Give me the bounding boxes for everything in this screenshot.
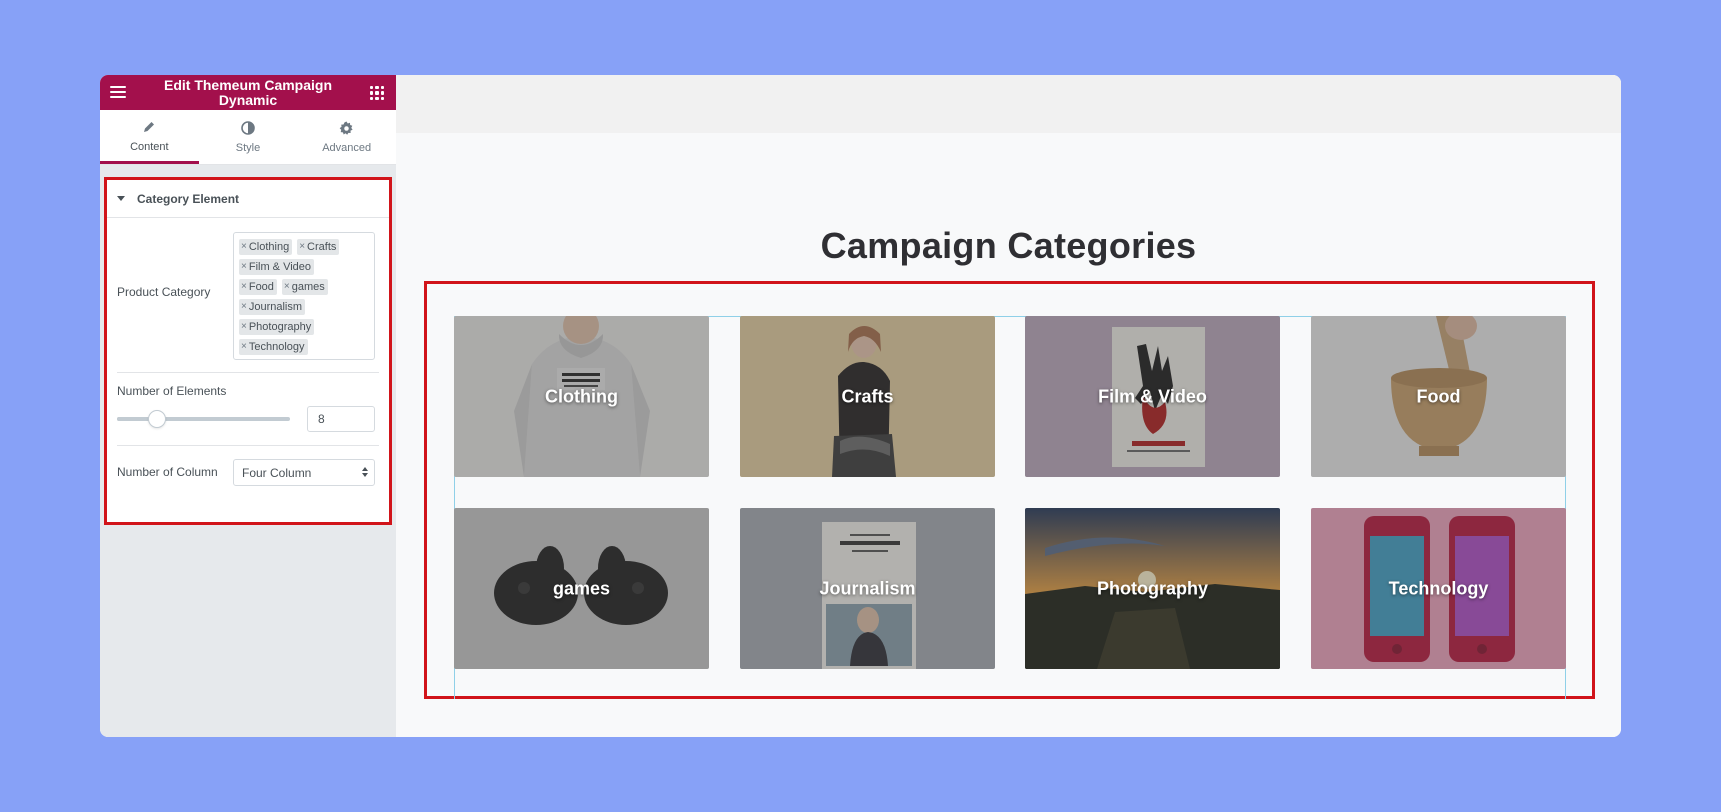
remove-tag-icon[interactable]: × [241, 239, 247, 255]
category-label: Food [1416, 386, 1461, 406]
tab-advanced-label: Advanced [322, 142, 372, 154]
category-card-technology[interactable]: Technology [1311, 508, 1566, 669]
widget-title: Edit Themeum Campaign Dynamic [163, 76, 333, 108]
tag-label: games [291, 281, 325, 293]
category-card-clothing[interactable]: Clothing [454, 316, 709, 477]
category-tag: × Technology [239, 339, 308, 355]
tab-style-label: Style [235, 142, 261, 154]
number-of-elements-input[interactable]: 8 [307, 406, 375, 432]
category-label: Journalism [819, 578, 916, 598]
category-card-photography[interactable]: Photography [1025, 508, 1280, 669]
category-card-journalism[interactable]: Journalism [740, 508, 995, 669]
category-label: games [552, 578, 611, 598]
tag-label: Technology [248, 341, 305, 353]
divider [117, 372, 379, 373]
caret-down-icon [117, 196, 125, 201]
category-label: Photography [1097, 578, 1208, 598]
tag-label: Crafts [307, 241, 337, 253]
page-preview: Campaign Categories Clothing Crafts Film… [396, 75, 1621, 737]
category-card-games[interactable]: games [454, 508, 709, 669]
remove-tag-icon[interactable]: × [284, 279, 290, 295]
editor-sidebar: Edit Themeum Campaign Dynamic Content St… [100, 75, 396, 737]
page-title: Campaign Categories [820, 225, 1197, 266]
tab-content-label: Content [130, 140, 169, 153]
remove-tag-icon[interactable]: × [241, 279, 247, 295]
category-grid-highlight: Clothing Crafts Film & Video Food games … [424, 281, 1595, 699]
number-of-column-select[interactable]: Four Column [233, 459, 375, 486]
panel-tabs: Content Style Advanced [100, 110, 396, 165]
remove-tag-icon[interactable]: × [299, 239, 305, 255]
category-label: Clothing [545, 386, 618, 406]
tab-advanced[interactable]: Advanced [297, 110, 396, 164]
tag-label: Journalism [248, 301, 303, 313]
category-element-section: Category Element Product Category × Cloth… [104, 177, 392, 525]
divider [117, 445, 379, 446]
category-label: Technology [1388, 578, 1489, 598]
category-card-food[interactable]: Food [1311, 316, 1566, 477]
category-tag: × Photography [239, 319, 315, 335]
number-of-column-label: Number of Column [117, 465, 218, 479]
remove-tag-icon[interactable]: × [241, 339, 247, 355]
category-tag: × Food [239, 279, 277, 295]
category-tag: × Clothing [239, 239, 293, 255]
tab-content[interactable]: Content [100, 110, 199, 164]
category-card-crafts[interactable]: Crafts [740, 316, 995, 477]
category-tag: × Film & Video [239, 259, 314, 275]
contrast-icon [240, 120, 256, 136]
category-label: Crafts [841, 386, 894, 406]
category-tag: × games [281, 279, 328, 295]
number-of-elements-label: Number of Elements [117, 384, 227, 398]
remove-tag-icon[interactable]: × [241, 299, 247, 315]
select-value: Four Column [242, 465, 312, 480]
sidebar-header: Edit Themeum Campaign Dynamic [100, 75, 396, 110]
product-category-select[interactable]: × Clothing × Crafts × Film & Video × Food × g… [233, 232, 375, 360]
gear-icon [339, 120, 355, 136]
tag-label: Photography [248, 321, 312, 333]
category-label: Film & Video [1098, 386, 1207, 406]
category-card-film-video[interactable]: Film & Video [1025, 316, 1280, 477]
slider-handle[interactable] [148, 410, 166, 428]
section-title: Category Element [137, 191, 240, 206]
widgets-grid-icon[interactable] [370, 86, 384, 100]
tag-label: Food [248, 281, 274, 293]
remove-tag-icon[interactable]: × [241, 319, 247, 335]
tab-style[interactable]: Style [199, 110, 298, 164]
tag-label: Clothing [248, 241, 290, 253]
product-category-label: Product Category [117, 285, 211, 299]
editor-window: Edit Themeum Campaign Dynamic Content St… [100, 75, 1621, 737]
section-header[interactable]: Category Element [107, 180, 389, 218]
tag-label: Film & Video [248, 261, 311, 273]
preview-top-bar [396, 75, 1621, 133]
hamburger-menu-icon[interactable] [110, 84, 126, 100]
category-tag: × Crafts [297, 239, 340, 255]
number-of-elements-slider[interactable] [117, 410, 290, 428]
select-arrows-icon [362, 467, 368, 477]
remove-tag-icon[interactable]: × [241, 259, 247, 275]
category-tag: × Journalism [239, 299, 306, 315]
pencil-icon [141, 119, 157, 135]
